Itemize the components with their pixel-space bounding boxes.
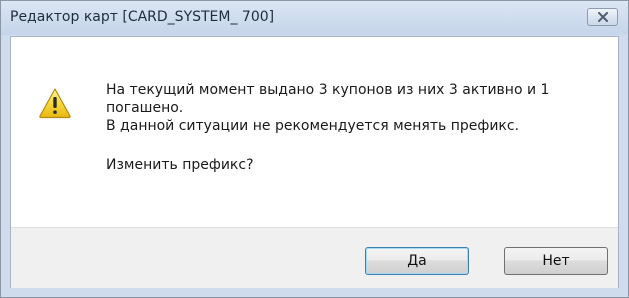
message-area: На текущий момент выдано 3 купонов из ни… [11,37,618,227]
message-text: На текущий момент выдано 3 купонов из ни… [106,81,606,174]
button-bar: Да Нет [11,227,618,288]
close-icon [598,12,608,22]
message-question: Изменить префикс? [106,157,254,173]
window-title: Редактор карт [CARD_SYSTEM_ 700] [10,9,275,25]
warning-icon [39,88,71,119]
title-bar[interactable]: Редактор карт [CARD_SYSTEM_ 700] [1,1,628,35]
dialog-window: Редактор карт [CARD_SYSTEM_ 700] На теку… [0,0,629,298]
yes-button[interactable]: Да [365,247,469,275]
close-button[interactable] [587,8,618,26]
no-button[interactable]: Нет [504,247,608,275]
message-line-2: В данной ситуации не рекомендуется менят… [106,118,520,134]
message-line-1: На текущий момент выдано 3 купонов из ни… [106,82,550,116]
dialog-client-area: На текущий момент выдано 3 купонов из ни… [10,36,619,288]
